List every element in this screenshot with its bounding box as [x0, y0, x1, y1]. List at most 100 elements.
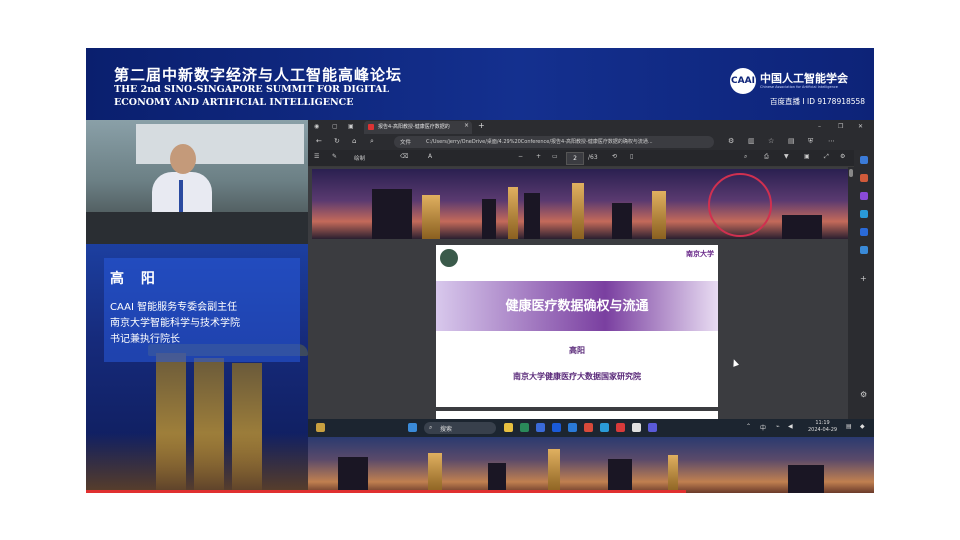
slide-author: 高阳 [569, 345, 585, 355]
tab-title: 报告4-高阳教授-健康医疗数据的 [378, 124, 450, 130]
notification-icon[interactable]: ▤ [846, 423, 852, 430]
network-icon[interactable]: ⌁ [776, 423, 780, 430]
edge-icon[interactable] [600, 423, 609, 432]
skyline-building [608, 459, 632, 493]
skyline-building [482, 199, 496, 239]
slide-title: 健康医疗数据确权与流通 [505, 299, 649, 314]
tab-actions-icon[interactable]: ▣ [348, 123, 354, 130]
page-view-icon[interactable]: ▯ [630, 153, 633, 160]
address-bar-row: ← ↻ ⌂ ⌕ 文件 C:/Users/jerry/OneDrive/桌面/4.… [308, 134, 874, 150]
save-as-icon[interactable]: ▣ [804, 153, 810, 160]
app-icon[interactable] [552, 423, 561, 432]
app-icon[interactable] [520, 423, 529, 432]
home-icon[interactable]: ⌂ [352, 137, 356, 145]
background-screen [136, 124, 304, 164]
sidebar-settings-icon[interactable]: ⚙ [860, 390, 868, 399]
url-scheme-label: 文件 [400, 140, 412, 146]
shopping-icon[interactable] [860, 174, 868, 182]
taskbar-clock[interactable]: 11:19 2024-04-29 [808, 420, 837, 434]
summit-title-en-line1: THE 2nd SINO-SINGAPORE SUMMIT FOR DIGITA… [114, 84, 390, 95]
tray-expand-icon[interactable]: ⌃ [746, 423, 751, 430]
search-icon[interactable]: ⌕ [370, 137, 374, 146]
skyline-building [572, 183, 584, 239]
taskbar-search-label: 搜索 [440, 426, 453, 433]
ime-indicator[interactable]: 中 [760, 423, 766, 432]
skyline-building [612, 203, 632, 239]
volume-icon[interactable]: ◀ [788, 423, 793, 430]
app-icon[interactable] [632, 423, 641, 432]
browser-tab-bar: ◉ ▢ ▣ 报告4-高阳教授-健康医疗数据的 × + – ❐ ✕ [308, 120, 874, 134]
app-icon[interactable] [584, 423, 593, 432]
print-icon[interactable]: ⎙ [764, 153, 769, 161]
skyline-building [488, 463, 506, 493]
shield-icon[interactable]: ⛨ [808, 137, 813, 146]
start-icon[interactable] [408, 423, 417, 432]
tab-pdf[interactable]: 报告4-高阳教授-健康医疗数据的 × [364, 121, 472, 134]
windows-taskbar: ⌕ 搜索 ⌃ 中 ⌁ ◀ 11:19 2024-04-29 ▤ ◆ [308, 419, 874, 437]
page-total: /63 [588, 154, 598, 161]
close-window-icon[interactable]: ✕ [858, 123, 863, 130]
read-aloud-icon[interactable]: A [428, 153, 432, 160]
contents-icon[interactable]: ☰ [314, 153, 319, 160]
skyline-building [372, 189, 412, 239]
nju-logo-text: 南京大学 [686, 249, 714, 258]
extensions-icon[interactable]: ⚙ [728, 137, 734, 145]
skyline-building [338, 457, 368, 493]
add-sidebar-icon[interactable]: + [860, 274, 868, 283]
eraser-icon[interactable]: ⌫ [400, 153, 408, 160]
minimize-icon[interactable]: – [818, 123, 821, 130]
live-stream-id: 百度直播 I ID 9178918558 [770, 97, 866, 106]
workspaces-icon[interactable]: ▢ [332, 123, 338, 130]
split-screen-icon[interactable]: ▥ [748, 137, 755, 145]
fit-page-icon[interactable]: ▭ [552, 153, 558, 160]
outlook-icon[interactable] [860, 246, 868, 254]
games-icon[interactable] [860, 210, 868, 218]
skyline-building [548, 449, 560, 493]
pdf-viewport[interactable]: 南京大学 健康医疗数据确权与流通 高阳 南京大学健康医疗大数据国家研究院 [308, 167, 854, 419]
city-lights [86, 433, 308, 493]
tools-icon[interactable] [860, 192, 868, 200]
institute-logo-icon [440, 249, 458, 267]
url-field[interactable]: 文件 C:/Users/jerry/OneDrive/桌面/4.29%20Con… [394, 136, 714, 148]
singapore-flyer-wheel [708, 173, 772, 237]
speaker-title-line2: 南京大学智能科学与技术学院 [110, 318, 240, 329]
settings-icon[interactable]: ⚙ [840, 153, 845, 160]
weather-icon[interactable] [316, 423, 325, 432]
refresh-icon[interactable]: ↻ [334, 137, 340, 145]
close-tab-icon[interactable]: × [464, 122, 469, 129]
favorites-icon[interactable]: ☆ [768, 137, 774, 145]
zoom-out-icon[interactable]: − [518, 153, 523, 160]
page-number-input[interactable]: 2 [566, 152, 584, 165]
file-explorer-icon[interactable] [504, 423, 513, 432]
fullscreen-icon[interactable]: ⤢ [824, 153, 829, 161]
collections-icon[interactable]: ▤ [788, 137, 795, 145]
back-icon[interactable]: ← [316, 137, 322, 145]
more-icon[interactable]: ⋯ [828, 137, 835, 145]
search-icon: ⌕ [429, 424, 433, 431]
new-tab-icon[interactable]: + [478, 121, 485, 130]
rotate-icon[interactable]: ⟲ [612, 153, 617, 160]
highlight-icon[interactable]: ✎ [332, 153, 337, 160]
summit-title-cn: 第二届中新数字经济与人工智能高峰论坛 [114, 66, 403, 84]
copilot-icon[interactable]: ◆ [860, 423, 865, 430]
app-icon[interactable] [568, 423, 577, 432]
save-icon[interactable]: ▼ [784, 153, 789, 160]
office-icon[interactable] [860, 228, 868, 236]
caai-logo-icon: CAAI [730, 68, 756, 94]
taskbar-search[interactable]: ⌕ 搜索 [424, 422, 496, 434]
browser-sidebar: + ⚙ [854, 150, 874, 420]
skyline-building [788, 465, 824, 493]
scroll-thumb[interactable] [849, 169, 853, 177]
skyline-building [652, 191, 666, 239]
app-icon[interactable] [536, 423, 545, 432]
speaker-name: 高 阳 [110, 271, 161, 287]
zoom-in-icon[interactable]: + [536, 153, 541, 160]
draw-button[interactable]: 绘制 [354, 154, 365, 162]
maximize-icon[interactable]: ❐ [838, 123, 843, 130]
search-sidebar-icon[interactable] [860, 156, 868, 164]
app-icon[interactable] [616, 423, 625, 432]
video-progress-bar[interactable] [86, 490, 686, 493]
app-icon[interactable] [648, 423, 657, 432]
find-icon[interactable]: ⌕ [744, 153, 747, 161]
profile-icon[interactable]: ◉ [314, 123, 319, 130]
